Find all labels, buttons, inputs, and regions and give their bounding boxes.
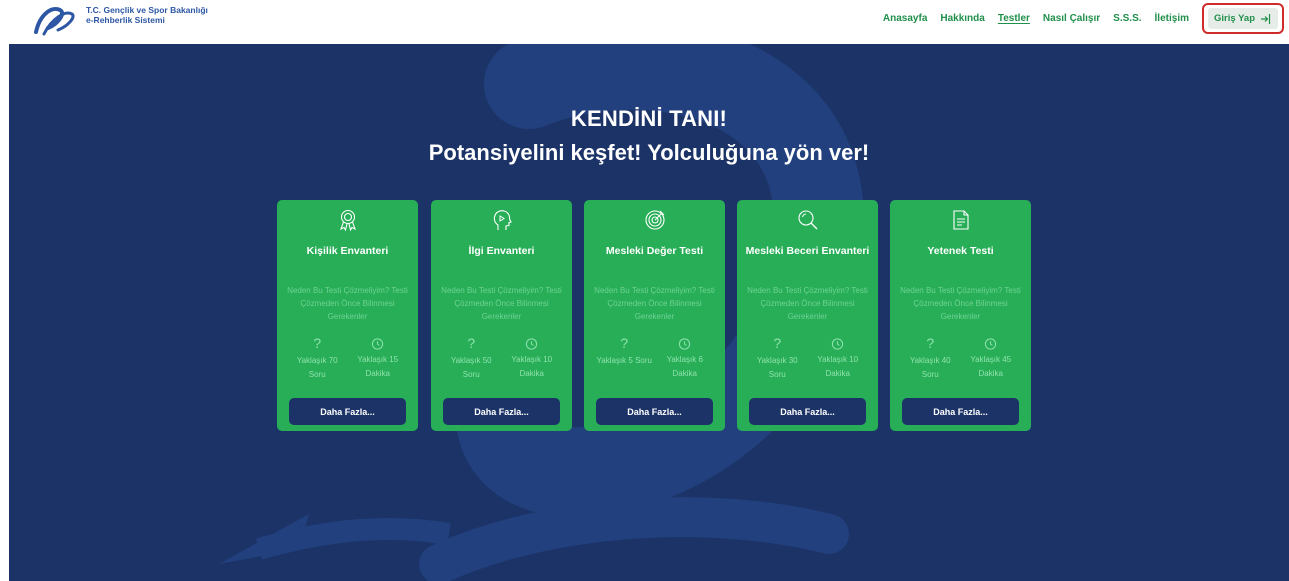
- brand-line-2: e-Rehberlik Sistemi: [86, 15, 165, 25]
- login-button[interactable]: Giriş Yap: [1202, 3, 1284, 34]
- hero-subtitle: Potansiyelini keşfet! Yolculuğuna yön ve…: [428, 140, 870, 165]
- brand-text: T.C. Gençlik ve Spor Bakanlığı e-Rehberl…: [86, 5, 208, 25]
- question-count: ? Yaklaşık 40 Soru: [909, 335, 951, 379]
- card-description[interactable]: Neden Bu Testi Çözmeliyim? Testi Çözmede…: [898, 284, 1023, 323]
- card-description[interactable]: Neden Bu Testi Çözmeliyim? Testi Çözmede…: [592, 284, 717, 323]
- brand-line-1: T.C. Gençlik ve Spor Bakanlığı: [86, 5, 208, 15]
- question-mark-icon: ?: [620, 335, 629, 351]
- question-mark-icon: ?: [773, 335, 782, 351]
- duration: Yaklaşık 45 Dakika: [963, 336, 1019, 382]
- test-card-ilgi: İlgi Envanteri Neden Bu Testi Çözmeliyim…: [431, 200, 572, 431]
- nav-testler[interactable]: Testler: [998, 13, 1030, 24]
- nav-sss[interactable]: S.S.S.: [1113, 13, 1141, 24]
- clock-icon: [372, 338, 384, 350]
- card-description[interactable]: Neden Bu Testi Çözmeliyim? Testi Çözmede…: [745, 284, 870, 323]
- login-label: Giriş Yap: [1213, 13, 1255, 24]
- duration: Yaklaşık 10 Dakika: [810, 336, 866, 382]
- nav-nasil-calisir[interactable]: Nasıl Çalışır: [1043, 13, 1100, 24]
- more-button[interactable]: Daha Fazla...: [443, 398, 560, 425]
- card-title: Mesleki Değer Testi: [605, 245, 704, 257]
- card-description[interactable]: Neden Bu Testi Çözmeliyim? Testi Çözmede…: [439, 284, 564, 323]
- clock-icon: [679, 338, 691, 350]
- brand[interactable]: T.C. Gençlik ve Spor Bakanlığı e-Rehberl…: [30, 4, 208, 38]
- card-title: Mesleki Beceri Envanteri: [745, 245, 870, 257]
- nav-hakkinda[interactable]: Hakkında: [940, 13, 984, 24]
- clock-icon: [985, 338, 997, 350]
- main-nav: Anasayfa Hakkında Testler Nasıl Çalışır …: [870, 0, 1189, 36]
- document-icon: [952, 210, 969, 230]
- more-button[interactable]: Daha Fazla...: [596, 398, 713, 425]
- question-count: ? Yaklaşık 5 Soru: [596, 335, 652, 365]
- login-arrow-icon: [1261, 13, 1271, 24]
- question-count: ? Yaklaşık 30 Soru: [756, 335, 798, 379]
- hero-section: KENDİNİ TANI! Potansiyelini keşfet! Yolc…: [9, 44, 1289, 581]
- more-button[interactable]: Daha Fazla...: [902, 398, 1019, 425]
- login-button-inner: Giriş Yap: [1208, 8, 1278, 29]
- more-button[interactable]: Daha Fazla...: [289, 398, 406, 425]
- search-icon: [797, 210, 817, 230]
- ministry-logo-icon: [34, 7, 75, 36]
- duration: Yaklaşık 15 Dakika: [350, 336, 406, 382]
- clock-icon: [832, 338, 844, 350]
- more-button[interactable]: Daha Fazla...: [749, 398, 866, 425]
- award-icon: [339, 209, 356, 232]
- test-card-kisilik: Kişilik Envanteri Neden Bu Testi Çözmeli…: [277, 200, 418, 431]
- hero-title: KENDİNİ TANI!: [570, 106, 728, 131]
- question-count: ? Yaklaşık 50 Soru: [450, 335, 492, 379]
- head-icon: [493, 210, 512, 230]
- test-card-mesleki-deger: Mesleki Değer Testi Neden Bu Testi Çözme…: [584, 200, 725, 431]
- card-title: İlgi Envanteri: [468, 245, 535, 257]
- page: T.C. Gençlik ve Spor Bakanlığı e-Rehberl…: [0, 0, 1289, 581]
- question-mark-icon: ?: [926, 335, 935, 351]
- question-mark-icon: ?: [313, 335, 322, 351]
- test-card-yetenek: Yetenek Testi Neden Bu Testi Çözmeliyim?…: [890, 200, 1031, 431]
- nav-iletisim[interactable]: İletişim: [1155, 13, 1189, 24]
- card-title: Kişilik Envanteri: [306, 245, 389, 257]
- question-count: ? Yaklaşık 70 Soru: [296, 335, 338, 379]
- card-title: Yetenek Testi: [927, 245, 994, 257]
- nav-anasayfa[interactable]: Anasayfa: [883, 13, 927, 24]
- duration: Yaklaşık 10 Dakika: [504, 336, 560, 382]
- target-icon: [644, 210, 665, 230]
- clock-icon: [526, 338, 538, 350]
- test-card-mesleki-beceri: Mesleki Beceri Envanteri Neden Bu Testi …: [737, 200, 878, 431]
- top-header: T.C. Gençlik ve Spor Bakanlığı e-Rehberl…: [0, 0, 1289, 44]
- duration: Yaklaşık 6 Dakika: [657, 336, 713, 381]
- question-mark-icon: ?: [467, 335, 476, 351]
- card-description[interactable]: Neden Bu Testi Çözmeliyim? Testi Çözmede…: [285, 284, 410, 323]
